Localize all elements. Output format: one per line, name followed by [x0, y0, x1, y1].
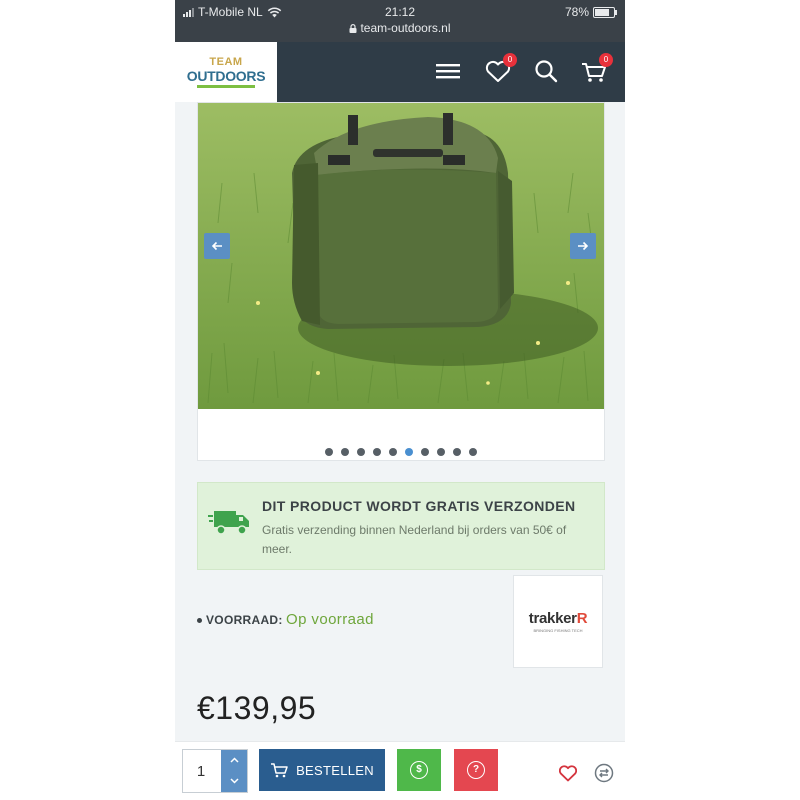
question-button[interactable]: ?: [454, 749, 498, 791]
truck-icon: [208, 511, 249, 535]
logo-team-text: TEAM: [209, 56, 243, 68]
site-header: TEAM OUTDOORS 0 0: [175, 42, 625, 102]
compare-button[interactable]: [593, 762, 615, 784]
compare-icon: [594, 763, 614, 783]
free-shipping-notice: DIT PRODUCT WORDT GRATIS VERZONDEN Grati…: [197, 482, 605, 570]
quantity-increase-button[interactable]: [221, 750, 247, 772]
logo-underline: [197, 85, 255, 88]
brand-tagline: BRINGING FISHING TECH: [533, 628, 583, 633]
gallery-next-button[interactable]: [570, 233, 596, 259]
search-icon: [535, 60, 558, 83]
question-icon: ?: [467, 761, 485, 779]
lock-icon: [349, 24, 357, 33]
arrow-left-icon: [211, 241, 222, 251]
gallery-dot[interactable]: [357, 448, 365, 456]
stock-bullet: [197, 618, 202, 624]
add-to-wishlist-button[interactable]: [557, 762, 579, 784]
stock-status: VOORRAAD: Op voorraad: [197, 611, 374, 628]
brand-logo[interactable]: trakkerR BRINGING FISHING TECH: [513, 575, 603, 668]
site-logo[interactable]: TEAM OUTDOORS: [175, 42, 277, 102]
arrow-right-icon: [578, 241, 589, 251]
gallery-dot[interactable]: [421, 448, 429, 456]
status-time: 21:12: [384, 5, 416, 19]
url-text: team-outdoors.nl: [360, 21, 451, 35]
gallery-dot[interactable]: [405, 448, 413, 456]
shipping-title: DIT PRODUCT WORDT GRATIS VERZONDEN: [262, 498, 576, 514]
quantity-decrease-button[interactable]: [221, 771, 247, 792]
gallery-dot[interactable]: [469, 448, 477, 456]
cart-button[interactable]: 0: [579, 53, 613, 86]
gallery-dot[interactable]: [453, 448, 461, 456]
gallery-prev-button[interactable]: [204, 233, 230, 259]
stock-label: VOORRAAD:: [206, 613, 283, 627]
cart-icon: [271, 763, 288, 778]
order-button-label: BESTELLEN: [296, 762, 374, 778]
brand-r-mark: R: [576, 610, 588, 627]
search-button[interactable]: [531, 56, 561, 86]
menu-button[interactable]: [433, 56, 463, 86]
product-price: €139,95: [197, 690, 317, 726]
brand-name-text: trakker: [528, 610, 577, 627]
gallery-dot[interactable]: [437, 448, 445, 456]
cart-count-badge: 0: [599, 53, 613, 67]
address-bar[interactable]: team-outdoors.nl: [175, 21, 625, 35]
price-info-button[interactable]: $: [397, 749, 441, 791]
product-photo-graphic: [198, 103, 604, 409]
order-button[interactable]: BESTELLEN: [259, 749, 385, 791]
heart-outline-icon: [558, 765, 578, 782]
wishlist-count-badge: 0: [503, 53, 517, 67]
chevron-down-icon: [229, 778, 239, 784]
shipping-description: Gratis verzending binnen Nederland bij o…: [262, 523, 567, 556]
gallery-dot[interactable]: [325, 448, 333, 456]
brand-name: trakkerR: [529, 610, 588, 627]
product-gallery: [197, 102, 605, 461]
status-bar: T-Mobile NL 21:12 78% team-outdoors.nl: [175, 0, 625, 42]
dollar-icon: $: [410, 761, 428, 779]
hamburger-icon: [436, 64, 460, 79]
logo-outdoors-text: OUTDOORS: [186, 68, 266, 84]
gallery-dot[interactable]: [341, 448, 349, 456]
status-right: 78%: [564, 5, 617, 19]
stock-value: Op voorraad: [286, 611, 374, 628]
wishlist-button[interactable]: 0: [483, 53, 517, 86]
battery-icon: [593, 6, 617, 18]
phone-screen: T-Mobile NL 21:12 78% team-outdoors.nl T…: [175, 0, 625, 800]
quantity-stepper: [182, 749, 248, 793]
quantity-input[interactable]: [183, 750, 219, 792]
purchase-bar: BESTELLEN $ ?: [175, 741, 625, 800]
gallery-dot[interactable]: [389, 448, 397, 456]
chevron-up-icon: [229, 757, 239, 763]
gallery-pagination: [198, 443, 604, 461]
battery-percent: 78%: [564, 5, 589, 19]
gallery-dot[interactable]: [373, 448, 381, 456]
product-image[interactable]: [198, 103, 604, 409]
